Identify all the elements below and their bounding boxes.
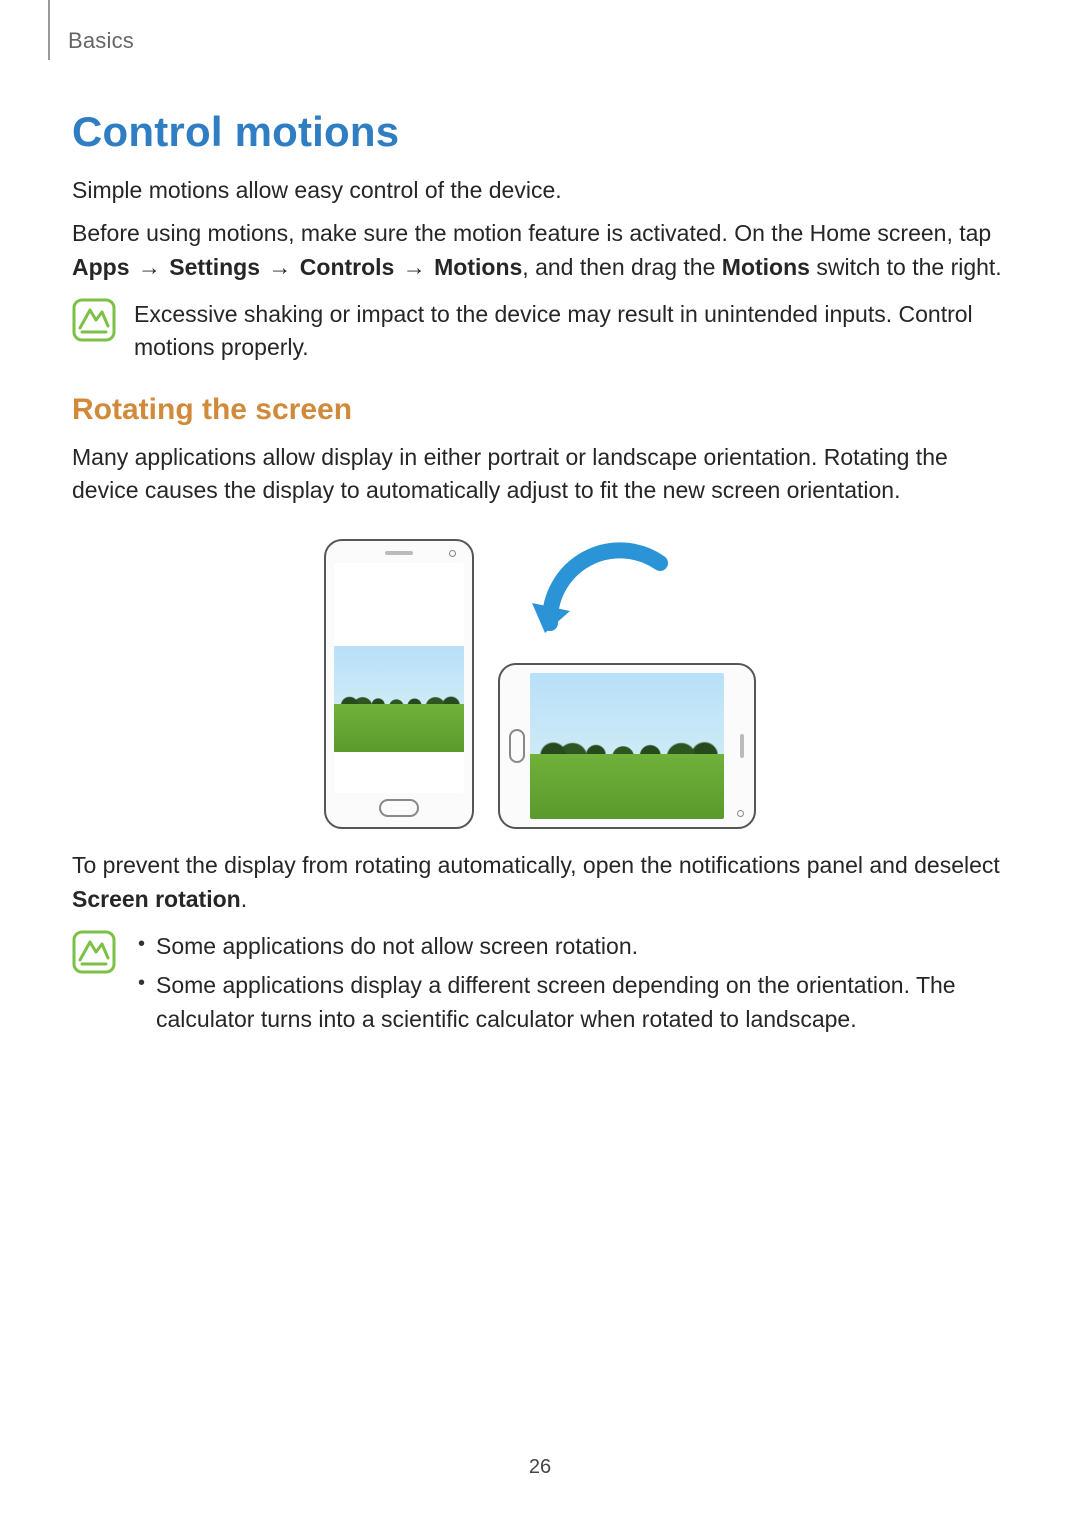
manual-page: Basics Control motions Simple motions al… xyxy=(0,0,1080,1527)
note-icon xyxy=(72,930,116,974)
intro2-pre: Before using motions, make sure the moti… xyxy=(72,220,991,246)
intro-paragraph-2: Before using motions, make sure the moti… xyxy=(72,217,1008,284)
portrait-photo xyxy=(334,646,464,752)
landscape-screen xyxy=(530,673,724,819)
note-block-2: Some applications do not allow screen ro… xyxy=(72,930,1008,1042)
path-settings: Settings xyxy=(169,254,260,280)
path-controls: Controls xyxy=(300,254,395,280)
path-apps: Apps xyxy=(72,254,130,280)
subheading-rotating: Rotating the screen xyxy=(72,393,1008,427)
rotate-paragraph: Many applications allow display in eithe… xyxy=(72,441,1008,508)
phone-landscape xyxy=(498,663,756,829)
header-divider xyxy=(48,0,50,60)
note-2-text: Some applications do not allow screen ro… xyxy=(134,930,1008,1042)
landscape-photo xyxy=(530,673,724,819)
note-bullet-2: Some applications display a different sc… xyxy=(134,969,1008,1036)
prevent-end: . xyxy=(241,886,247,912)
intro2-end: switch to the right. xyxy=(810,254,1002,280)
arrow-2: → xyxy=(266,254,293,280)
rotation-illustration xyxy=(72,519,1008,829)
path-motions: Motions xyxy=(434,254,522,280)
note-bullet-1: Some applications do not allow screen ro… xyxy=(134,930,1008,963)
camera-dot-icon xyxy=(737,810,744,817)
phone-portrait xyxy=(324,539,474,829)
note-2-bullets: Some applications do not allow screen ro… xyxy=(134,930,1008,1036)
screen-rotation-label: Screen rotation xyxy=(72,886,241,912)
page-number: 26 xyxy=(0,1456,1080,1479)
page-title: Control motions xyxy=(72,108,1008,156)
arrow-1: → xyxy=(136,254,163,280)
prevent-pre: To prevent the display from rotating aut… xyxy=(72,852,1000,878)
page-content: Control motions Simple motions allow eas… xyxy=(72,0,1008,1042)
note-block-1: Excessive shaking or impact to the devic… xyxy=(72,298,1008,365)
prevent-paragraph: To prevent the display from rotating aut… xyxy=(72,849,1008,916)
arrow-3: → xyxy=(401,254,428,280)
note-icon xyxy=(72,298,116,342)
motions-switch-label: Motions xyxy=(722,254,810,280)
section-label: Basics xyxy=(68,28,134,54)
note-1-text: Excessive shaking or impact to the devic… xyxy=(134,298,1008,365)
portrait-screen xyxy=(334,563,464,793)
rotate-arrow-icon xyxy=(530,533,680,643)
intro2-mid: , and then drag the xyxy=(522,254,722,280)
camera-dot-icon xyxy=(449,550,456,557)
intro-paragraph-1: Simple motions allow easy control of the… xyxy=(72,174,1008,207)
